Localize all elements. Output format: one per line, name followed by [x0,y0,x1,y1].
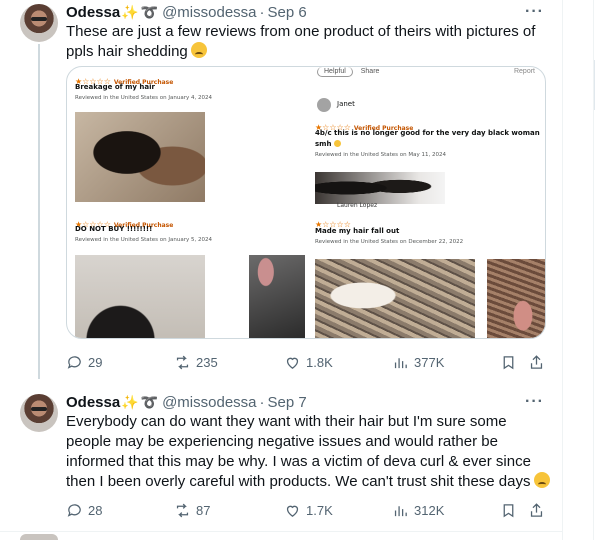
review-title: 4b/c this is no longer good for the very… [315,129,540,137]
sidebar-edge [593,0,600,540]
review-photo [75,112,205,202]
more-options-icon[interactable]: ··· [525,3,544,21]
review-title: Made my hair fall out [315,227,400,235]
review-photo [315,172,445,204]
review-date: Reviewed in the United States on May 11,… [315,152,446,158]
share-icon [530,354,543,369]
review-photo [249,255,305,338]
bookmark-button[interactable] [500,500,517,520]
review-date: Reviewed in the United States on January… [75,237,212,243]
user-handle[interactable]: @missodessa [162,394,256,411]
more-options-icon[interactable]: ··· [525,393,544,411]
display-name[interactable]: Odessa [66,4,120,21]
share-button[interactable] [528,352,545,372]
next-avatar-peek [20,534,58,540]
user-handle[interactable]: @missodessa [162,4,256,21]
reply-button[interactable]: 29 [66,352,102,372]
reviewer-name: Janet [337,100,355,108]
tweet-text: These are just a few reviews from one pr… [66,22,552,62]
review-photo [487,259,545,338]
like-count: 1.7K [306,502,333,518]
tweet[interactable]: Odessa ✨ ➰ @missodessa · Sep 6 ··· These… [0,0,562,382]
view-count: 312K [414,502,445,518]
repost-button[interactable]: 235 [174,352,218,372]
analytics-icon [394,505,407,516]
review-action-row: Helpful Share [317,67,379,77]
reply-icon [67,503,81,517]
separator-dot: · [259,3,265,21]
repost-count: 87 [196,502,211,518]
share-button[interactable] [528,500,545,520]
like-count: 1.8K [306,354,333,370]
review-photo [315,259,475,338]
reply-count: 28 [88,502,103,518]
review-title: DO NOT BUY !!!!!!!! [75,225,153,233]
tweet-text-content: Everybody can do want they want with the… [66,413,531,490]
bookmark-button[interactable] [500,352,517,372]
helpful-button: Helpful [317,67,353,77]
review-title-line2: smh [315,140,341,148]
worried-face-emoji [190,42,207,58]
reviewer-name: Lauren Lopez [337,202,378,209]
like-button[interactable]: 1.7K [284,500,333,520]
avatar[interactable] [20,4,58,42]
bookmark-icon [503,503,514,517]
repost-button[interactable]: 87 [174,500,210,520]
curl-emoji: ➰ [140,393,159,410]
action-bar: 29 235 1.8K 377K [66,352,552,372]
display-name[interactable]: Odessa [66,394,120,411]
tweet-header: Odessa ✨ ➰ @missodessa · Sep 6 [66,2,307,22]
reply-icon [67,355,81,369]
analytics-icon [394,357,407,368]
curl-emoji: ➰ [140,3,159,20]
tweet-text: Everybody can do want they want with the… [66,412,552,492]
heart-icon [286,357,299,369]
tweet-header: Odessa ✨ ➰ @missodessa · Sep 7 [66,392,307,412]
tweet-date[interactable]: Sep 7 [268,394,307,411]
like-button[interactable]: 1.8K [284,352,333,372]
report-label: Report [513,68,535,75]
tweet[interactable]: Odessa ✨ ➰ @missodessa · Sep 7 ··· Every… [0,382,562,532]
review-title: Breakage of my hair [75,83,155,91]
weary-face-emoji [533,472,550,488]
sparkles-emoji: ✨ [121,393,139,410]
review-photo [75,255,205,338]
bookmark-icon [503,355,514,369]
reply-count: 29 [88,354,103,370]
review-date: Reviewed in the United States on Decembe… [315,239,464,245]
avatar[interactable] [20,394,58,432]
thread-connector [38,44,40,379]
timeline-border [562,0,563,540]
tweet-date[interactable]: Sep 6 [268,4,307,21]
repost-icon [176,355,189,369]
share-icon [530,502,543,517]
action-bar: 28 87 1.7K 312K [66,500,552,520]
sparkles-emoji: ✨ [121,3,139,20]
heart-icon [286,505,299,517]
reply-button[interactable]: 28 [66,500,102,520]
media-card[interactable]: Helpful Share Report ★☆☆☆☆ Verified Purch… [66,66,546,339]
repost-icon [176,503,189,517]
separator-dot: · [259,393,265,411]
reviewer-avatar [317,98,331,112]
share-label: Share [360,68,380,75]
tweet-text-content: These are just a few reviews from one pr… [66,23,536,60]
review-date: Reviewed in the United States on January… [75,95,212,101]
views-button[interactable]: 312K [392,500,444,520]
repost-count: 235 [196,354,218,370]
views-button[interactable]: 377K [392,352,444,372]
view-count: 377K [414,354,445,370]
